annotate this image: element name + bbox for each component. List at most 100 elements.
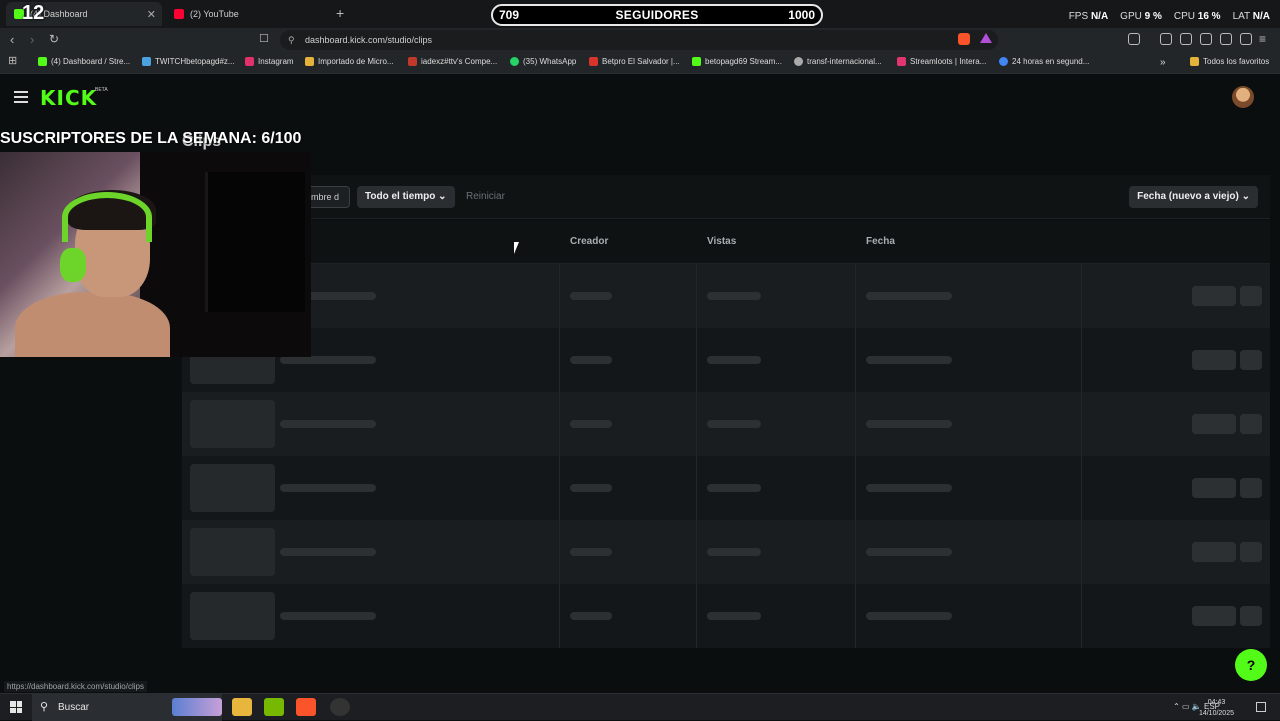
vpn-icon[interactable] (1240, 33, 1252, 45)
reset-button[interactable]: Reiniciar (466, 186, 505, 208)
search-highlight-icon[interactable] (172, 698, 222, 716)
leo-icon[interactable] (1220, 33, 1232, 45)
url-field[interactable]: ⚲ dashboard.kick.com/studio/clips (280, 30, 998, 50)
column-divider (559, 264, 560, 328)
bookmark-item[interactable]: betopagd69 Stream... (692, 57, 782, 66)
followers-label: SEGUIDORES (615, 8, 699, 22)
brave-shield-icon[interactable] (958, 33, 970, 45)
bookmark-item[interactable]: TWITCHbetopagd#z... (142, 57, 235, 66)
action-button-placeholder[interactable] (1240, 350, 1262, 370)
bookmark-item[interactable]: Streamloots | Intera... (897, 57, 986, 66)
bookmark-item[interactable]: iadexz#ttv's Compe... (408, 57, 497, 66)
action-button-placeholder[interactable] (1192, 606, 1236, 626)
bookmark-item[interactable]: Betpro El Salvador |... (589, 57, 680, 66)
action-button-placeholder[interactable] (1240, 606, 1262, 626)
bookmark-item[interactable]: (35) WhatsApp (510, 57, 576, 66)
column-views[interactable]: Vistas (707, 236, 736, 247)
bookmark-item[interactable]: Instagram (245, 57, 294, 66)
gpu-value: 9 % (1144, 11, 1162, 22)
time-range-label: Todo el tiempo (365, 191, 436, 202)
bookmark-item[interactable]: 24 horas en segund... (999, 57, 1089, 66)
status-url: https://dashboard.kick.com/studio/clips (4, 681, 147, 692)
clock[interactable]: 04:43 14/10/2025 (1199, 697, 1234, 719)
file-explorer-icon[interactable] (232, 698, 252, 716)
fps-value: N/A (1090, 11, 1109, 22)
action-button-placeholder[interactable] (1192, 414, 1236, 434)
mouse-cursor (514, 242, 524, 254)
apps-grid-icon[interactable]: ⊞ (8, 54, 17, 67)
tab-youtube[interactable]: (2) YouTube (166, 2, 326, 26)
filter-bar: mbre d Todo el tiempo ⌄ Reiniciar Fecha … (182, 175, 1270, 219)
column-date[interactable]: Fecha (866, 236, 895, 247)
column-divider (855, 328, 856, 392)
help-chat-button[interactable]: ? (1235, 649, 1267, 681)
forward-icon[interactable]: › (30, 32, 34, 47)
cpu-value: 16 % (1197, 11, 1221, 22)
wallet-icon[interactable] (1200, 33, 1212, 45)
site-info-icon[interactable]: ⚲ (288, 30, 295, 50)
clip-thumbnail-placeholder[interactable] (190, 592, 275, 640)
browser-tab-bar: (4) Dashboard ✕ (2) YouTube + 12 709 SEG… (0, 0, 1280, 28)
notification-icon[interactable] (1256, 702, 1266, 712)
hamburger-menu-icon[interactable] (14, 91, 28, 103)
bookmark-item[interactable]: (4) Dashboard / Stre... (38, 57, 130, 66)
loading-skeleton (570, 356, 612, 364)
loading-skeleton (866, 292, 952, 300)
kick-logo[interactable]: KICK (40, 86, 97, 110)
loading-skeleton (866, 548, 952, 556)
action-button-placeholder[interactable] (1240, 542, 1262, 562)
table-row[interactable] (182, 328, 1270, 392)
action-button-placeholder[interactable] (1192, 478, 1236, 498)
action-button-placeholder[interactable] (1192, 542, 1236, 562)
back-icon[interactable]: ‹ (10, 32, 14, 47)
chevron-up-icon[interactable]: ⌃ (1173, 702, 1180, 711)
clip-thumbnail-placeholder[interactable] (190, 528, 275, 576)
bookmark-icon[interactable]: ☐ (259, 32, 269, 45)
youtube-favicon-icon (174, 9, 184, 19)
brave-rewards-icon[interactable] (980, 33, 992, 43)
time-range-dropdown[interactable]: Todo el tiempo ⌄ (357, 186, 455, 208)
column-divider (855, 520, 856, 584)
webcam-overlay (0, 152, 311, 357)
clip-thumbnail-placeholder[interactable] (190, 464, 275, 512)
action-button-placeholder[interactable] (1240, 286, 1262, 306)
action-button-placeholder[interactable] (1192, 286, 1236, 306)
avatar[interactable] (1232, 86, 1254, 108)
loading-skeleton (707, 484, 761, 492)
kick-studio-page: KICK BETA Clips SUSCRIPTORES DE LA SEMAN… (0, 75, 1280, 693)
table-row[interactable] (182, 520, 1270, 584)
reload-icon[interactable]: ↻ (49, 32, 59, 46)
column-creator[interactable]: Creador (570, 236, 608, 247)
nvidia-icon[interactable] (264, 698, 284, 716)
column-divider (559, 456, 560, 520)
sort-dropdown[interactable]: Fecha (nuevo a viejo) ⌄ (1129, 186, 1258, 208)
obs-icon[interactable] (330, 698, 350, 716)
bookmark-item[interactable]: transf-internacional... (794, 57, 882, 66)
close-icon[interactable]: ✕ (147, 8, 156, 21)
action-button-placeholder[interactable] (1192, 350, 1236, 370)
performance-overlay: FPS N/A GPU 9 % CPU 16 % LAT N/A (1069, 11, 1270, 22)
windows-start-icon[interactable] (10, 701, 22, 713)
column-divider (696, 456, 697, 520)
screenshot-icon[interactable] (1128, 33, 1140, 45)
clip-thumbnail-placeholder[interactable] (190, 400, 275, 448)
network-icon[interactable]: ▭ (1182, 702, 1192, 711)
media-icon[interactable] (1160, 33, 1172, 45)
all-bookmarks-folder[interactable]: Todos los favoritos (1190, 57, 1269, 66)
more-bookmarks-icon[interactable]: » (1160, 57, 1166, 68)
table-row[interactable] (182, 456, 1270, 520)
brave-browser-icon[interactable] (296, 698, 316, 716)
bookmark-item[interactable]: Importado de Micro... (305, 57, 394, 66)
action-button-placeholder[interactable] (1240, 478, 1262, 498)
column-divider (559, 328, 560, 392)
table-row[interactable] (182, 264, 1270, 328)
menu-icon[interactable]: ≡ (1259, 32, 1266, 46)
loading-skeleton (707, 292, 761, 300)
cpu-label: CPU (1173, 11, 1195, 22)
table-row[interactable] (182, 584, 1270, 648)
sidebar-icon[interactable] (1180, 33, 1192, 45)
action-button-placeholder[interactable] (1240, 414, 1262, 434)
table-row[interactable] (182, 392, 1270, 456)
column-divider (1081, 328, 1082, 392)
new-tab-button[interactable]: + (336, 5, 344, 21)
